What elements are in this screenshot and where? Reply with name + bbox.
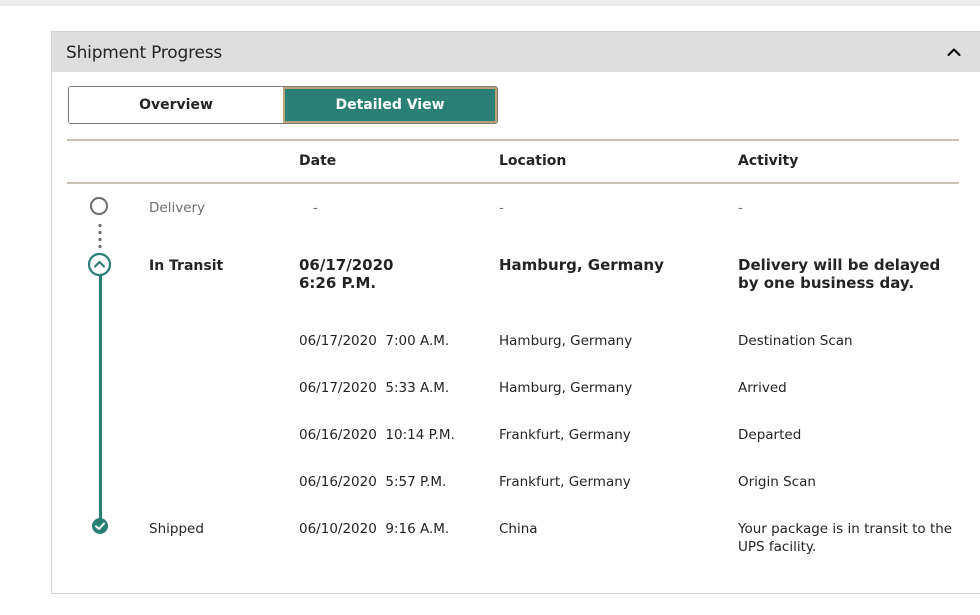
activity-line: Delivery will be delayed — [738, 256, 941, 274]
chevron-up-icon[interactable] — [946, 44, 962, 60]
table-cell-date: 06/10/2020 9:16 A.M. — [299, 521, 450, 537]
table-cell-location: Frankfurt, Germany — [499, 427, 631, 443]
table-cell-location: Hamburg, Germany — [499, 256, 664, 274]
overview-tab[interactable]: Overview — [69, 87, 283, 123]
activity-line: by one business day. — [738, 274, 915, 292]
table-cell-date: 06/17/2020 6:26 P.M. — [299, 256, 393, 292]
status-delivery: Delivery — [149, 200, 206, 216]
table-cell-location: Hamburg, Germany — [499, 333, 633, 349]
table-top-rule — [67, 139, 959, 141]
column-header-location: Location — [499, 153, 567, 169]
table-cell-location: Frankfurt, Germany — [499, 474, 631, 490]
table-cell-activity: - — [738, 200, 743, 216]
panel-title: Shipment Progress — [66, 43, 223, 63]
table-cell-location: Hamburg, Germany — [499, 380, 633, 396]
table-header-rule — [67, 182, 959, 184]
table-cell-date: 06/16/2020 5:57 P.M. — [299, 474, 447, 490]
date-line: 06/17/2020 — [299, 256, 394, 274]
table-cell-activity: Arrived — [738, 380, 787, 396]
shipment-progress-panel: Shipment Progress Overview Detailed View… — [51, 31, 980, 594]
status-shipped: Shipped — [149, 521, 204, 537]
empty-circle-icon — [90, 197, 108, 215]
timeline-progress-line — [98, 274, 102, 524]
table-cell-location: China — [499, 521, 538, 537]
table-cell-activity: Departed — [738, 427, 802, 443]
activity-line: UPS facility. — [738, 539, 817, 555]
timeline-dotted-segment — [98, 222, 102, 250]
time-line: 6:26 P.M. — [299, 274, 377, 292]
panel-header[interactable]: Shipment Progress — [52, 32, 980, 72]
table-cell-activity: Origin Scan — [738, 474, 816, 490]
column-header-date: Date — [299, 153, 337, 169]
status-in-transit: In Transit — [149, 258, 224, 274]
table-cell-activity: Delivery will be delayed by one business… — [738, 256, 940, 292]
activity-line: Your package is in transit to the — [738, 521, 953, 537]
table-cell-date: - — [313, 200, 318, 216]
table-cell-date: 06/17/2020 7:00 A.M. — [299, 333, 450, 349]
table-cell-activity: Destination Scan — [738, 333, 853, 349]
top-strip — [0, 0, 980, 6]
table-cell-date: 06/16/2020 10:14 P.M. — [299, 427, 455, 443]
table-cell-date: 06/17/2020 5:33 A.M. — [299, 380, 450, 396]
column-header-activity: Activity — [738, 153, 799, 169]
table-cell-location: - — [499, 200, 504, 216]
check-circle-icon — [92, 518, 108, 534]
detailed-view-tab[interactable]: Detailed View — [283, 87, 497, 123]
chevron-up-circle-icon[interactable] — [87, 252, 112, 277]
view-toggle: Overview Detailed View — [68, 86, 498, 124]
table-cell-activity: Your package is in transit to the UPS fa… — [738, 520, 952, 556]
